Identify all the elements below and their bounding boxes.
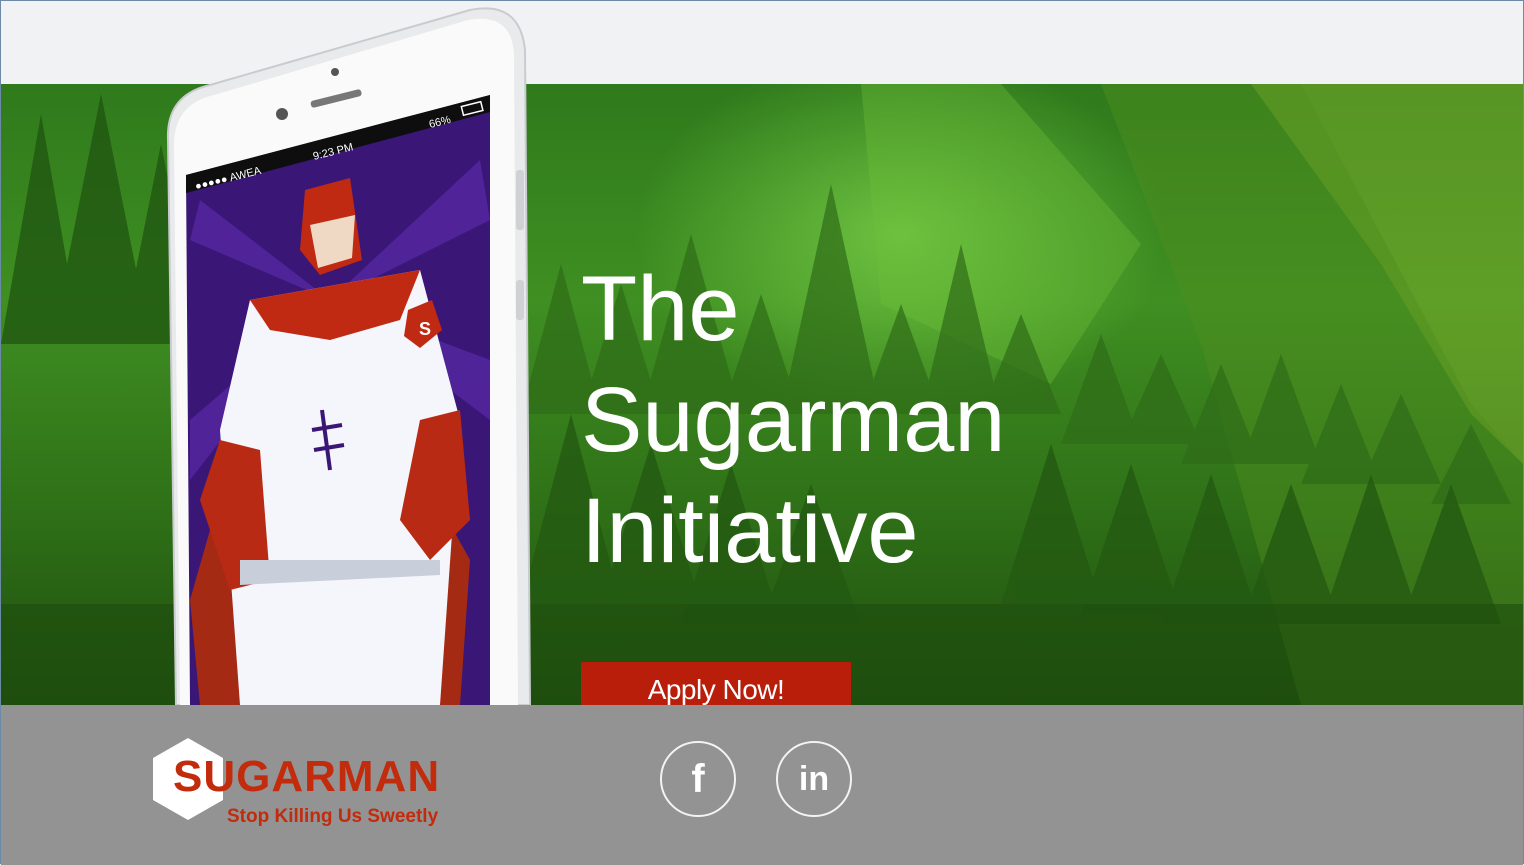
sugarman-logo[interactable]: SUGARMAN Stop Killing Us Sweetly [153, 738, 473, 838]
headline-line-1: The [581, 258, 740, 360]
footer-bar: SUGARMAN Stop Killing Us Sweetly f in [1, 705, 1523, 865]
apply-now-button[interactable]: Apply Now! [581, 662, 851, 705]
headline-line-3: Initiative [581, 480, 919, 582]
headline-line-2: Sugarman [581, 369, 1006, 471]
facebook-link[interactable]: f [660, 741, 736, 817]
facebook-icon: f [691, 756, 705, 801]
linkedin-link[interactable]: in [776, 741, 852, 817]
linkedin-icon: in [798, 759, 830, 798]
logo-wordmark: SUGARMAN [173, 752, 441, 801]
hero-headline: The Sugarman Initiative [581, 254, 1005, 587]
mascot-emblem: S [419, 319, 431, 339]
phone-illustration: S ●●●●● AWEA 9:23 PM 66% [0, 0, 560, 706]
logo-tagline: Stop Killing Us Sweetly [227, 806, 439, 827]
